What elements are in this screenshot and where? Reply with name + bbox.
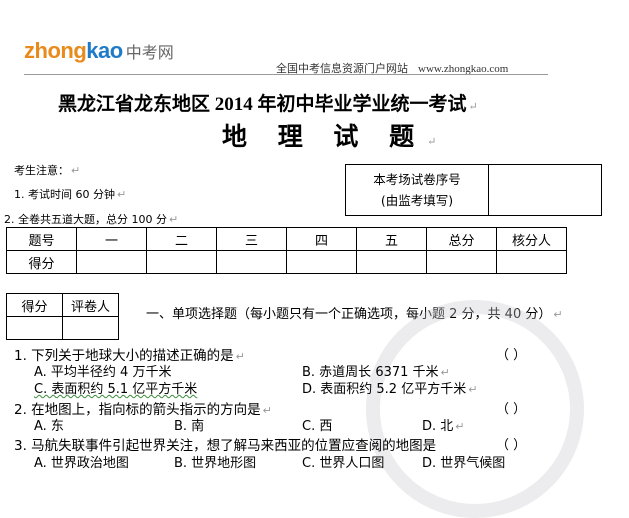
question-2-answer-blank[interactable]: （ ） — [496, 398, 526, 417]
score-table-header-cell: 总分 — [426, 227, 497, 251]
question-3-option-d: D. 世界气候图 — [422, 456, 506, 471]
score-table-header-cell: 三 — [216, 227, 287, 251]
question-3-option-c: C. 世界人口图 — [302, 456, 385, 471]
score-table-header-cell: 核分人 — [496, 227, 567, 251]
question-2-option-c: C. 西 — [302, 419, 333, 434]
question-2-option-d: D. 北 ↵ — [422, 419, 465, 434]
score-table-header-cell: 四 — [286, 227, 357, 251]
grader-box: 得分 评卷人 — [6, 293, 119, 340]
grader-header-grader: 评卷人 — [62, 293, 119, 317]
question-1-option-d: D. 表面积约 5.2 亿平方千米 ↵ — [302, 382, 478, 397]
score-cell[interactable] — [76, 250, 147, 274]
grader-score-cell[interactable] — [6, 316, 63, 340]
seat-number-label: 本考场试卷序号 (由监考填写) — [345, 164, 489, 216]
exam-title: 黑龙江省龙东地区 2014 年初中毕业学业统一考试 ↵ — [58, 94, 478, 115]
notes-heading: 考生注意： ↵ — [14, 164, 81, 177]
site-logo[interactable]: zhongkao 中考网 — [24, 38, 174, 64]
grader-header-score: 得分 — [6, 293, 63, 317]
score-table: 题号 一 二 三 四 五 总分 核分人 得分 — [6, 227, 567, 274]
score-cell[interactable] — [496, 250, 567, 274]
grader-name-cell[interactable] — [62, 316, 119, 340]
exam-subject-title: 地 理 试 题 ↵ — [222, 122, 437, 151]
score-row-label: 得分 — [6, 250, 77, 274]
question-1-option-c: C. 表面积约 5.1 亿平方千米 — [34, 382, 198, 397]
question-1-answer-blank[interactable]: （ ） — [496, 344, 526, 363]
question-3-option-b: B. 世界地形图 — [174, 456, 257, 471]
score-table-header-cell: 题号 — [6, 227, 77, 251]
logo-text-cn: 中考网 — [125, 45, 174, 62]
question-3-option-a: A. 世界政治地图 — [34, 456, 129, 471]
seat-number-box: 本考场试卷序号 (由监考填写) — [345, 164, 602, 216]
question-3-stem: 3. 马航失联事件引起世界关注，想了解马来西亚的位置应查阅的地图是 — [14, 438, 437, 454]
question-2-option-b: B. 南 — [174, 419, 205, 434]
header-divider — [24, 74, 548, 75]
score-cell[interactable] — [286, 250, 357, 274]
question-3-answer-blank[interactable]: （ ） — [496, 434, 526, 453]
watermark-ring — [366, 300, 584, 518]
score-table-score-row: 得分 — [6, 250, 567, 274]
score-cell[interactable] — [216, 250, 287, 274]
seat-number-value-cell[interactable] — [488, 164, 602, 216]
logo-text-part1: zhong — [24, 38, 87, 63]
score-cell[interactable] — [146, 250, 217, 274]
score-table-header-cell: 一 — [76, 227, 147, 251]
score-table-header-cell: 二 — [146, 227, 217, 251]
logo-text-part2: kao — [86, 38, 123, 63]
score-cell[interactable] — [426, 250, 497, 274]
score-cell[interactable] — [356, 250, 427, 274]
question-2-option-a: A. 东 — [34, 419, 64, 434]
score-table-header-row: 题号 一 二 三 四 五 总分 核分人 — [6, 227, 567, 251]
score-table-header-cell: 五 — [356, 227, 427, 251]
note-item-1: 1. 考试时间 60 分钟 ↵ — [14, 188, 127, 201]
note-item-2: 2. 全卷共五道大题，总分 100 分 ↵ — [4, 213, 179, 226]
